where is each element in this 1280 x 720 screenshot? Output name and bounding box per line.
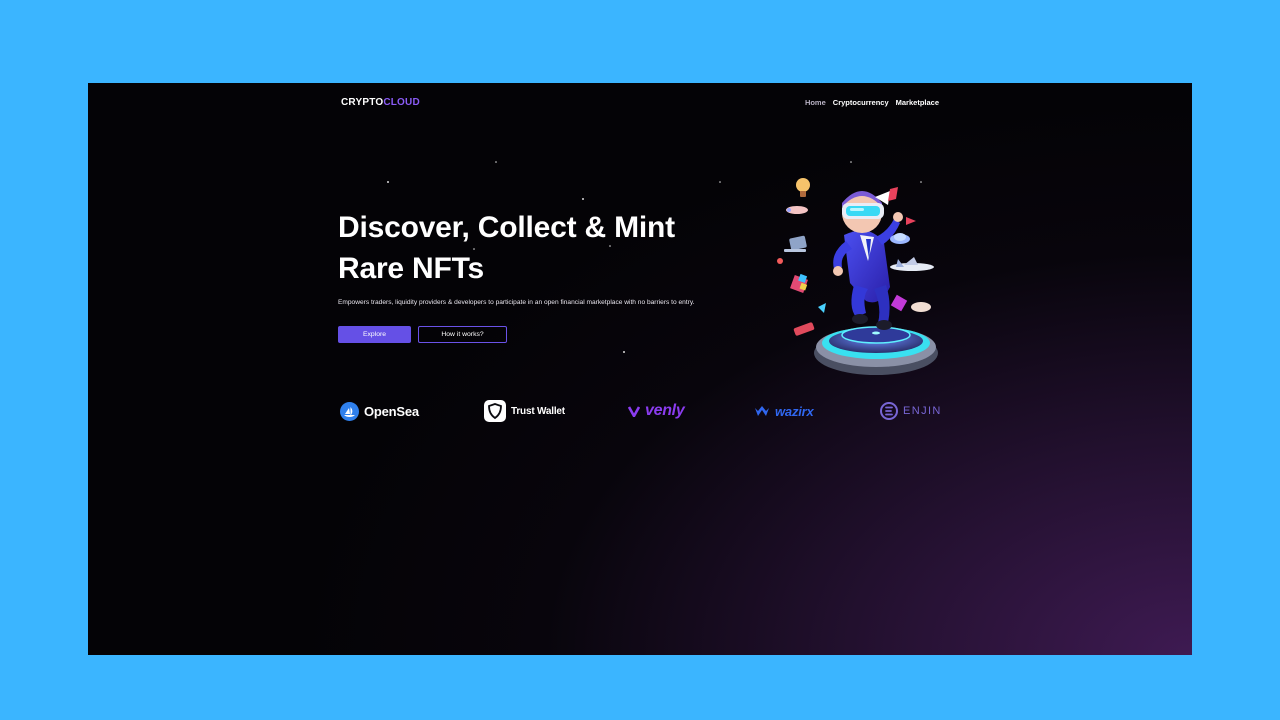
partner-wazirx[interactable]: wazirx: [754, 400, 814, 422]
partner-trust-wallet[interactable]: Trust Wallet: [484, 400, 565, 422]
cube-icon: [790, 273, 808, 293]
nav-link-marketplace[interactable]: Marketplace: [896, 98, 939, 107]
lightbulb-icon: [796, 178, 810, 197]
trust-wallet-icon: [484, 400, 506, 422]
how-it-works-button[interactable]: How it works?: [418, 326, 507, 343]
partner-enjin[interactable]: ENJIN: [880, 400, 942, 422]
partner-name-enjin: ENJIN: [903, 405, 942, 417]
partner-name-venly: venly: [645, 402, 685, 419]
explore-button[interactable]: Explore: [338, 326, 411, 343]
enjin-icon: [880, 402, 898, 420]
partner-logos: OpenSea Trust Wallet venly wazirx ENJIN: [340, 400, 950, 422]
star-decoration: [582, 198, 584, 200]
partner-opensea[interactable]: OpenSea: [340, 400, 419, 422]
partner-name-trust-wallet: Trust Wallet: [511, 405, 565, 417]
star-decoration: [387, 181, 389, 183]
partner-name-wazirx: wazirx: [775, 403, 814, 419]
vr-astronaut-illustration: [777, 178, 938, 375]
star-decoration: [623, 351, 625, 353]
website-frame: CRYPTOCLOUD Home Cryptocurrency Marketpl…: [88, 83, 1192, 655]
logo-text-cloud: CLOUD: [383, 97, 420, 108]
partner-venly[interactable]: venly: [628, 400, 685, 422]
nav-link-home[interactable]: Home: [805, 98, 826, 107]
nav-link-cryptocurrency[interactable]: Cryptocurrency: [833, 98, 889, 107]
nav-links: Home Cryptocurrency Marketplace: [805, 98, 939, 107]
brand-logo[interactable]: CRYPTOCLOUD: [341, 97, 420, 108]
star-decoration: [495, 161, 497, 163]
logo-text-crypto: CRYPTO: [341, 97, 384, 108]
hero-subtitle: Empowers traders, liquidity providers & …: [338, 299, 695, 306]
star-decoration: [719, 181, 721, 183]
wazirx-icon: [755, 406, 769, 416]
hero-title-line-2: Rare NFTs: [338, 252, 485, 285]
hero-title: Discover, Collect & Mint Rare NFTs: [338, 207, 758, 289]
navbar: CRYPTOCLOUD Home Cryptocurrency Marketpl…: [341, 97, 939, 111]
partner-name-opensea: OpenSea: [364, 403, 419, 419]
opensea-icon: [340, 401, 359, 421]
hero-title-line-1: Discover, Collect & Mint: [338, 211, 675, 244]
venly-icon: [628, 406, 640, 417]
